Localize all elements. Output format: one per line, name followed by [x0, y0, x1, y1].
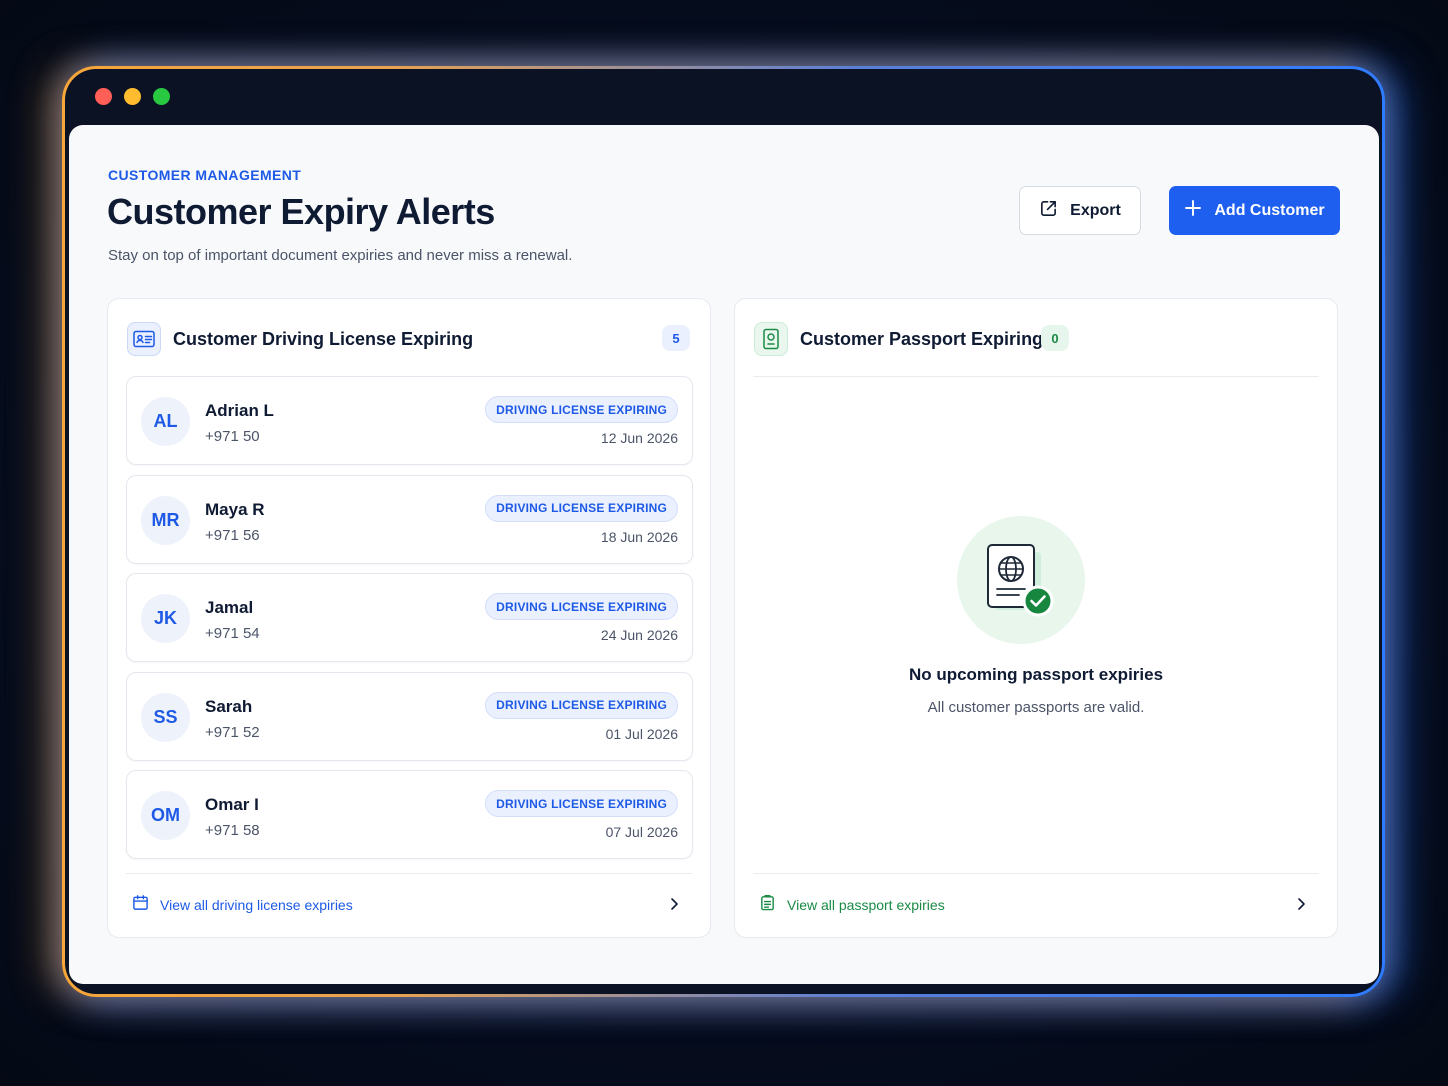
- customer-phone: +971 54: [205, 625, 260, 642]
- status-badge: DRIVING LICENSE EXPIRING: [485, 593, 678, 620]
- app-content: CUSTOMER MANAGEMENT Customer Expiry Aler…: [69, 125, 1379, 984]
- customer-name: Jamal: [205, 598, 254, 617]
- customer-name: Adrian L: [205, 401, 274, 420]
- minimize-window-button[interactable]: [124, 88, 141, 105]
- page-subtitle: Stay on top of important document expiri…: [108, 247, 573, 264]
- plus-icon: [1184, 199, 1202, 222]
- passport-panel-title: Customer Passport Expiring: [800, 329, 1044, 349]
- customer-phone: +971 56: [205, 526, 260, 544]
- customer-phone: +971 50: [205, 428, 260, 445]
- passport-valid-illustration: [957, 516, 1085, 644]
- view-all-passport-label: View all passport expiries: [787, 897, 945, 913]
- expiry-date: 07 Jul 2026: [605, 824, 678, 840]
- driving-license-list: AL Adrian L +971 50 DRIVING LICENSE EXPI…: [126, 376, 693, 869]
- avatar: JK: [141, 594, 190, 643]
- passport-check-icon: [987, 544, 1054, 617]
- customer-name: Omar I: [205, 795, 259, 814]
- status-badge: DRIVING LICENSE EXPIRING: [485, 691, 678, 719]
- driving-license-count-badge: 5: [662, 325, 690, 351]
- passport-panel: Customer Passport Expiring 0 No upcoming…: [734, 298, 1338, 938]
- clipboard-icon: [759, 894, 776, 916]
- status-badge: DRIVING LICENSE EXPIRING: [485, 790, 678, 817]
- customer-card[interactable]: JK Jamal +971 54 DRIVING LICENSE EXPIRIN…: [126, 573, 693, 662]
- passport-icon: [754, 322, 788, 356]
- empty-state-description: All customer passports are valid.: [927, 699, 1145, 716]
- expiry-date: 18 Jun 2026: [600, 528, 678, 545]
- driving-license-panel: Customer Driving License Expiring 5 AL A…: [107, 298, 711, 938]
- avatar: SS: [141, 692, 190, 742]
- panel-divider: [126, 873, 692, 874]
- passport-count-badge: 0: [1041, 325, 1069, 351]
- chevron-right-icon: [1293, 896, 1309, 917]
- window-controls: [95, 88, 170, 105]
- chevron-right-icon: [666, 896, 682, 917]
- expiry-date: 01 Jul 2026: [605, 725, 678, 742]
- panel-divider: [753, 873, 1319, 874]
- customer-phone: +971 58: [205, 822, 260, 839]
- maximize-window-button[interactable]: [153, 88, 170, 105]
- customer-card[interactable]: OM Omar I +971 58 DRIVING LICENSE EXPIRI…: [126, 770, 693, 859]
- external-link-icon: [1039, 199, 1058, 223]
- customer-name: Sarah: [205, 696, 253, 716]
- export-label: Export: [1070, 201, 1121, 219]
- add-customer-label: Add Customer: [1214, 201, 1325, 219]
- avatar: OM: [141, 791, 190, 840]
- view-all-passport-expiries-link[interactable]: View all passport expiries: [759, 893, 1313, 917]
- panel-divider: [753, 376, 1319, 377]
- expiry-date: 12 Jun 2026: [600, 430, 678, 446]
- export-button[interactable]: Export: [1019, 186, 1141, 235]
- view-all-license-label: View all driving license expiries: [160, 897, 353, 913]
- view-all-license-expiries-link[interactable]: View all driving license expiries: [132, 893, 686, 917]
- customer-name: Maya R: [205, 499, 265, 519]
- customer-card[interactable]: AL Adrian L +971 50 DRIVING LICENSE EXPI…: [126, 376, 693, 465]
- page-title: Customer Expiry Alerts: [107, 191, 495, 232]
- avatar: MR: [141, 495, 190, 545]
- driving-license-panel-title: Customer Driving License Expiring: [173, 329, 474, 349]
- close-window-button[interactable]: [95, 88, 112, 105]
- empty-state-title: No upcoming passport expiries: [908, 665, 1164, 684]
- page-eyebrow: CUSTOMER MANAGEMENT: [108, 167, 302, 183]
- status-badge: DRIVING LICENSE EXPIRING: [485, 396, 678, 423]
- calendar-icon: [132, 894, 149, 916]
- status-badge: DRIVING LICENSE EXPIRING: [485, 494, 678, 522]
- id-card-icon: [127, 322, 161, 356]
- expiry-date: 24 Jun 2026: [600, 627, 678, 643]
- customer-card[interactable]: SS Sarah +971 52 DRIVING LICENSE EXPIRIN…: [126, 671, 693, 761]
- add-customer-button[interactable]: Add Customer: [1169, 186, 1340, 235]
- avatar: AL: [141, 397, 190, 446]
- customer-card[interactable]: MR Maya R +971 56 DRIVING LICENSE EXPIRI…: [126, 474, 693, 564]
- customer-phone: +971 52: [205, 723, 260, 741]
